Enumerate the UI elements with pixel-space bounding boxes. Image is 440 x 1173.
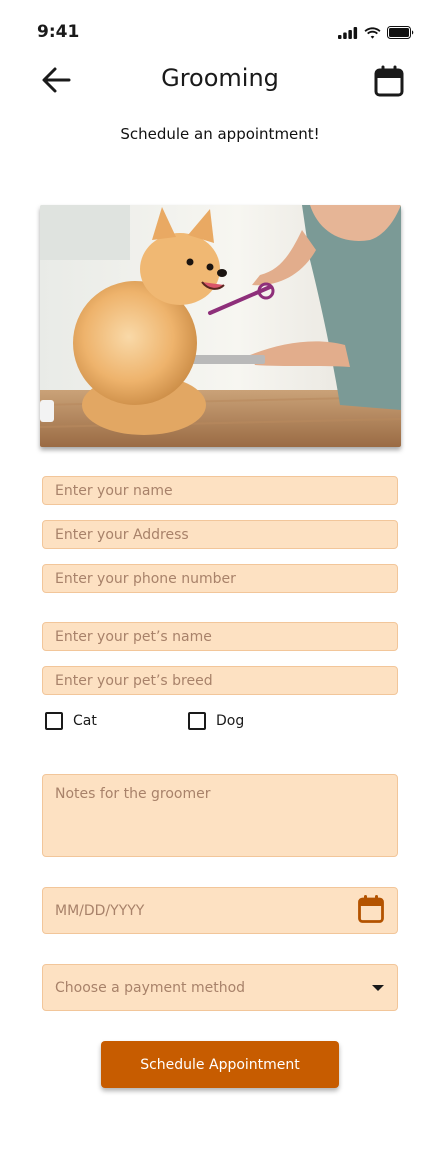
date-placeholder: MM/DD/YYYY [55, 902, 145, 919]
pet-breed-field[interactable]: Enter your pet’s breed [42, 666, 398, 695]
notes-placeholder: Notes for the groomer [55, 786, 211, 802]
dropdown-arrow-icon [371, 980, 385, 996]
wifi-icon [364, 26, 381, 39]
status-time: 9:41 [37, 22, 80, 42]
cellular-signal-icon [338, 26, 358, 39]
dog-label: Dog [216, 713, 245, 729]
page-subtitle: Schedule an appointment! [120, 125, 320, 143]
address-field[interactable]: Enter your Address [42, 520, 398, 549]
cat-label: Cat [73, 713, 97, 729]
date-field[interactable]: MM/DD/YYYY [42, 887, 398, 934]
name-field[interactable]: Enter your name [42, 476, 398, 505]
pet-breed-placeholder: Enter your pet’s breed [55, 672, 213, 689]
dog-checkbox[interactable] [188, 712, 206, 730]
calendar-icon [358, 894, 384, 923]
phone-placeholder: Enter your phone number [55, 570, 236, 587]
cat-option[interactable]: Cat [45, 712, 97, 730]
battery-icon [387, 26, 414, 39]
calendar-button[interactable] [373, 64, 405, 98]
pet-name-field[interactable]: Enter your pet’s name [42, 622, 398, 651]
schedule-appointment-button[interactable]: Schedule Appointment [101, 1041, 339, 1088]
dog-grooming-photo [40, 205, 401, 447]
phone-field[interactable]: Enter your phone number [42, 564, 398, 593]
schedule-appointment-label: Schedule Appointment [140, 1056, 300, 1073]
address-placeholder: Enter your Address [55, 526, 189, 543]
status-icons [338, 26, 414, 39]
pet-name-placeholder: Enter your pet’s name [55, 628, 212, 645]
grooming-screen: 9:41 Grooming Schedule an appointment! E… [0, 0, 440, 1173]
notes-field[interactable]: Notes for the groomer [42, 774, 398, 857]
cat-checkbox[interactable] [45, 712, 63, 730]
calendar-icon [374, 65, 404, 97]
payment-placeholder: Choose a payment method [55, 979, 246, 996]
date-picker-button[interactable] [357, 894, 385, 928]
name-placeholder: Enter your name [55, 482, 173, 499]
dog-option[interactable]: Dog [188, 712, 244, 730]
payment-method-select[interactable]: Choose a payment method [42, 964, 398, 1011]
